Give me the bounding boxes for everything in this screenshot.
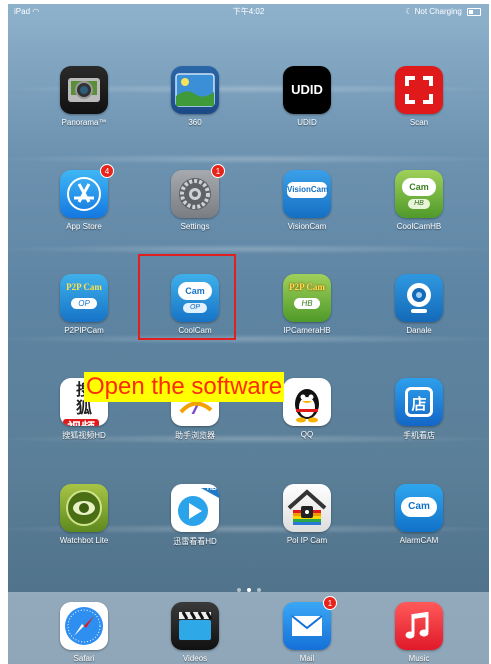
panorama-camera-icon	[60, 66, 108, 114]
dock-app-safari[interactable]: Safari	[44, 602, 124, 663]
coolcam-highlight-box	[138, 254, 236, 340]
instruction-callout: Open the software	[84, 372, 285, 402]
app-alarmcam[interactable]: Cam AlarmCAM	[379, 484, 459, 545]
play-icon: HD	[171, 484, 219, 532]
ipad-home-screen: iPad ◠ 下午4:02 ☾ Not Charging Panorama™ 3…	[8, 4, 489, 664]
wallpaper-wave	[8, 334, 489, 344]
battery-icon	[467, 7, 481, 16]
alarmcam-icon: Cam	[395, 484, 443, 532]
hb-label: HB	[294, 298, 320, 309]
ipcamera-hb-icon: P2P Cam HB	[283, 274, 331, 322]
cam-logo: Cam	[401, 497, 437, 517]
envelope-icon	[283, 602, 331, 650]
coolcam-hb-icon: Cam HB	[395, 170, 443, 218]
shop-char: 店	[405, 387, 433, 417]
scan-frame-icon	[395, 66, 443, 114]
app-p2pipcam[interactable]: P2P Cam OP P2PIPCam	[44, 274, 124, 335]
dock-app-mail[interactable]: 1 Mail	[267, 596, 347, 663]
udid-icon: UDID	[283, 66, 331, 114]
dock-app-music[interactable]: Music	[379, 602, 459, 663]
notification-badge: 4	[100, 164, 114, 178]
app-coolcamhb[interactable]: Cam HB CoolCamHB	[379, 170, 459, 231]
house-lock-icon	[283, 484, 331, 532]
app-settings[interactable]: 1 Settings	[155, 164, 235, 231]
cam-logo: Cam	[402, 178, 436, 196]
app-store-icon	[60, 170, 108, 218]
landscape-360-icon	[171, 66, 219, 114]
app-scan[interactable]: Scan	[379, 66, 459, 127]
app-360[interactable]: 360	[155, 66, 235, 127]
notification-badge: 1	[323, 596, 337, 610]
webcam-icon	[395, 274, 443, 322]
app-ipcamerahb[interactable]: P2P Cam HB IPCameraHB	[267, 274, 347, 335]
notification-badge: 1	[211, 164, 225, 178]
app-watchbot-lite[interactable]: Watchbot Lite	[44, 484, 124, 545]
visioncam-icon: VisionCam	[283, 170, 331, 218]
app-udid[interactable]: UDID UDID	[267, 66, 347, 127]
op-label: OP	[71, 298, 97, 309]
music-note-icon	[395, 602, 443, 650]
app-danale[interactable]: Danale	[379, 274, 459, 335]
status-charging: ☾ Not Charging	[405, 4, 481, 19]
eye-lens-icon	[60, 484, 108, 532]
p2p-cam-icon: P2P Cam OP	[60, 274, 108, 322]
wallpaper-wave	[8, 154, 489, 164]
app-app-store[interactable]: 4 App Store	[44, 164, 124, 231]
gear-icon	[171, 170, 219, 218]
app-visioncam[interactable]: VisionCam VisionCam	[267, 170, 347, 231]
qq-penguin-icon	[283, 378, 331, 426]
app-xunlei-hd[interactable]: HD 迅雷看看HD	[155, 484, 235, 547]
p2p-cam-text: P2P Cam	[66, 282, 102, 292]
dock: Safari Videos 1 Mail Music	[8, 592, 489, 664]
dock-app-videos[interactable]: Videos	[155, 602, 235, 663]
moon-icon: ☾	[405, 7, 413, 16]
status-bar: iPad ◠ 下午4:02 ☾ Not Charging	[8, 4, 489, 19]
hd-corner-label: HD	[206, 485, 217, 492]
app-pol-ip-cam[interactable]: Pol IP Cam	[267, 484, 347, 545]
app-panorama[interactable]: Panorama™	[44, 66, 124, 127]
shop-icon: 店	[395, 378, 443, 426]
sohu-video-tag: 视频	[63, 419, 99, 426]
compass-icon	[60, 602, 108, 650]
clapperboard-icon	[171, 602, 219, 650]
wallpaper-wave	[8, 244, 489, 254]
p2p-cam-text: P2P Cam	[289, 282, 325, 292]
app-mobile-shop[interactable]: 店 手机看店	[379, 378, 459, 441]
visioncam-logo-text: VisionCam	[287, 182, 328, 198]
hb-label: HB	[408, 199, 430, 209]
